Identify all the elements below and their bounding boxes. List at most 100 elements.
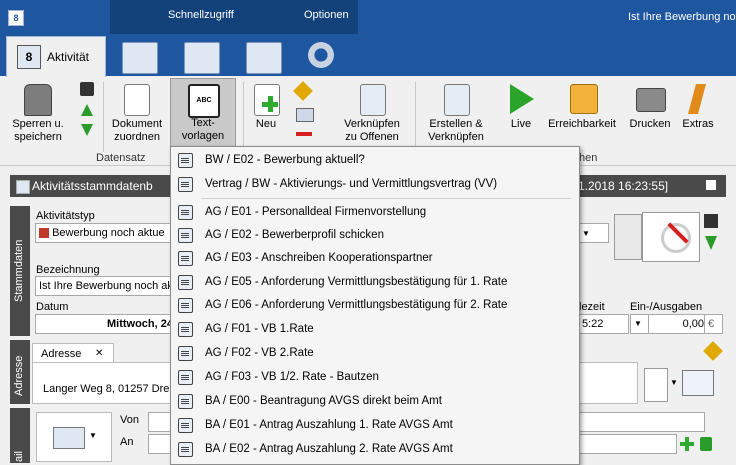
time-label: lezeit [579, 301, 605, 313]
ribbon-separator [243, 82, 244, 152]
extras-label: Extras [682, 118, 714, 130]
text-templates-dropdown: BW / E02 - Bewerbung aktuell? Vertrag / … [170, 146, 580, 465]
address-tab-label: Adresse [41, 348, 82, 360]
calendar-icon [16, 180, 30, 194]
add-recipient-icon[interactable] [680, 437, 694, 451]
text-template-icon: ABC [188, 84, 220, 118]
dropdown-item-label: Vertrag / BW - Aktivierungs- und Vermitt… [205, 178, 498, 190]
dropdown-item[interactable]: BA / E00 - Beantragung AVGS direkt beim … [173, 390, 575, 413]
to-label: An [120, 436, 134, 448]
assign-document-button[interactable]: Dokument zuordnen [108, 80, 166, 150]
dropdown-item[interactable]: BA / E02 - Antrag Auszahlung 2. Rate AVG… [173, 438, 575, 461]
create-link-button[interactable]: Erstellen & Verknüpfen [420, 80, 492, 150]
dropdown-item[interactable]: AG / E05 - Anforderung Vermittlungsbestä… [173, 271, 575, 294]
dropdown-item-label: BA / E01 - Antrag Auszahlung 1. Rate AVG… [205, 419, 453, 431]
activity-type-dropdown[interactable]: ▼ [578, 223, 609, 243]
map-icon[interactable] [644, 368, 668, 402]
address-tab[interactable]: Adresse ✕ [32, 343, 114, 364]
dropdown-item[interactable]: AG / E06 - Anforderung Vermittlungsbestä… [173, 294, 575, 317]
availability-button[interactable]: Erreichbarkeit [546, 80, 618, 150]
app-icon[interactable]: 8 [8, 10, 24, 26]
dropdown-item[interactable]: AG / F02 - VB 2.Rate [173, 342, 575, 365]
save-icon[interactable] [80, 82, 94, 96]
section-stammdaten: Stammdaten [10, 206, 30, 336]
refresh-icon[interactable] [700, 437, 712, 451]
dropdown-item[interactable]: AG / F03 - VB 1/2. Rate - Bautzen [173, 366, 575, 389]
template-icon [178, 442, 193, 457]
lock-save-button[interactable]: Sperren u. speichern [8, 80, 68, 150]
mail-type-box[interactable]: ▼ [36, 412, 112, 462]
link-to-open-label: Verknüpfen zu Offenen [344, 118, 400, 143]
play-icon [510, 84, 534, 114]
close-icon[interactable]: ✕ [95, 348, 103, 359]
dropdown-item[interactable]: AG / F01 - VB 1.Rate [173, 318, 575, 341]
dropdown-item-label: AG / E06 - Anforderung Vermittlungsbestä… [205, 299, 508, 311]
create-link-label: Erstellen & Verknüpfen [428, 118, 484, 143]
text-template-tab-icon[interactable] [184, 42, 220, 74]
chevron-down-icon: ▼ [89, 431, 97, 440]
section-label: Adresse [13, 355, 25, 396]
dropdown-item[interactable]: AG / E01 - Personalldeal Firmenvorstellu… [173, 201, 575, 224]
save-icon[interactable] [704, 214, 718, 228]
activity-type-select[interactable]: Bewerbung noch aktue [35, 223, 174, 243]
minus-icon[interactable] [296, 132, 312, 136]
options-label[interactable]: Optionen [304, 9, 349, 21]
template-icon [178, 205, 193, 220]
template-icon [178, 322, 193, 337]
person-icon[interactable] [614, 214, 642, 260]
to-input-right[interactable] [578, 434, 677, 454]
pin-icon[interactable] [706, 180, 716, 190]
name-input[interactable]: Ist Ihre Bewerbung noch ak [35, 276, 174, 296]
ribbon-separator [415, 82, 416, 152]
print-button[interactable]: Drucken [626, 80, 674, 150]
printer-icon [636, 88, 666, 112]
tab-strip [0, 34, 736, 76]
contact-card-icon[interactable] [682, 370, 714, 396]
expenses-input[interactable]: 0,00 [648, 314, 709, 334]
template-icon [178, 153, 193, 168]
dropdown-item-label: AG / F01 - VB 1.Rate [205, 323, 314, 335]
lock-save-label: Sperren u. speichern [12, 118, 64, 143]
arrow-down-icon[interactable] [81, 124, 93, 136]
create-link-icon [444, 84, 470, 116]
template-icon [178, 370, 193, 385]
dropdown-item[interactable]: BW / E02 - Bewerbung aktuell? [173, 149, 575, 172]
time-input[interactable]: 5:22 [578, 314, 629, 334]
group-label-datensatz: Datensatz [96, 152, 146, 164]
link-to-open-button[interactable]: Verknüpfen zu Offenen [336, 80, 408, 150]
text-templates-button[interactable]: ABC Text- vorlagen [170, 78, 236, 148]
ribbon-separator [103, 82, 104, 152]
currency-symbol: € [704, 314, 723, 334]
dropdown-item[interactable]: AG / E03 - Anschreiben Kooperationspartn… [173, 247, 575, 270]
live-button[interactable]: Live [500, 80, 542, 150]
dropdown-item-label: AG / E01 - Personalldeal Firmenvorstellu… [205, 206, 427, 218]
alarm-clock-icon[interactable] [642, 212, 700, 262]
availability-label: Erreichbarkeit [548, 118, 616, 130]
menu-separator [201, 198, 571, 199]
tab-label: Aktivität [47, 50, 90, 64]
template-icon [178, 298, 193, 313]
arrow-up-icon[interactable] [81, 104, 93, 116]
dropdown-item[interactable]: BA / E01 - Antrag Auszahlung 1. Rate AVG… [173, 414, 575, 437]
arrow-down-icon[interactable] [705, 236, 717, 250]
gear-icon[interactable] [306, 40, 336, 70]
chevron-down-icon[interactable]: ▼ [670, 378, 678, 387]
calendar-tab-icon[interactable] [122, 42, 158, 74]
dropdown-item[interactable]: Vertrag / BW - Aktivierungs- und Vermitt… [173, 173, 575, 196]
calendar-small-icon[interactable] [296, 108, 314, 122]
dropdown-item[interactable]: AG / E02 - Bewerberprofil schicken [173, 224, 575, 247]
text-templates-label: Text- vorlagen [181, 117, 225, 142]
tab-aktivitaet[interactable]: 8 Aktivität [6, 36, 106, 79]
quick-access-label[interactable]: Schnellzugriff [168, 9, 234, 21]
template-icon [178, 275, 193, 290]
address-value: Langer Weg 8, 01257 Dre [43, 383, 170, 395]
new-button[interactable]: Neu [248, 80, 284, 150]
expenses-dropdown[interactable]: ▼ [630, 314, 649, 334]
document-icon [124, 84, 150, 116]
extras-button[interactable]: Extras [678, 80, 718, 150]
calendar-edit-tab-icon[interactable] [246, 42, 282, 74]
availability-icon [570, 84, 598, 114]
from-input-right[interactable] [578, 412, 705, 432]
date-input[interactable]: Mittwoch, 24 [35, 314, 176, 334]
activity-type-value: Bewerbung noch aktue [52, 227, 165, 239]
